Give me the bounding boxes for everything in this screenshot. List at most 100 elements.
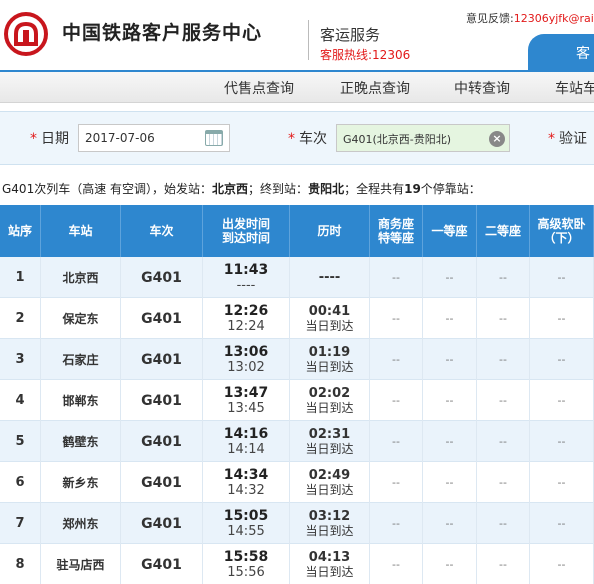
cell-first: -- <box>423 421 477 462</box>
cell-second: -- <box>477 257 530 298</box>
cell-sleeper: -- <box>530 257 594 298</box>
cell-duration: 04:13 当日到达 <box>290 544 370 584</box>
cell-station[interactable]: 鹤壁东 <box>41 421 121 462</box>
cell-business: -- <box>370 503 423 544</box>
cell-seq: 8 <box>0 544 41 584</box>
arrival-day: 当日到达 <box>305 400 354 415</box>
cell-sleeper: -- <box>530 544 594 584</box>
cell-first: -- <box>423 298 477 339</box>
cell-station[interactable]: 石家庄 <box>41 339 121 380</box>
cell-duration: 00:41 当日到达 <box>290 298 370 339</box>
cell-sleeper: -- <box>530 298 594 339</box>
cell-train: G401 <box>121 462 203 503</box>
col-time: 出发时间 到达时间 <box>203 205 290 257</box>
cell-business: -- <box>370 339 423 380</box>
cell-first: -- <box>423 380 477 421</box>
duration: 02:02 <box>308 385 351 401</box>
cell-first: -- <box>423 257 477 298</box>
cell-train: G401 <box>121 421 203 462</box>
cell-times: 15:05 14:55 <box>203 503 290 544</box>
cell-station[interactable]: 保定东 <box>41 298 121 339</box>
cell-first: -- <box>423 339 477 380</box>
feedback-label: 意见反馈: <box>466 12 514 25</box>
table-body: 1 北京西 G401 11:43 ---- ---- -- -- -- -- 2 保定东 G401 12:… <box>0 257 594 584</box>
cell-train: G401 <box>121 339 203 380</box>
cell-duration: 02:02 当日到达 <box>290 380 370 421</box>
cell-second: -- <box>477 339 530 380</box>
col-first: 一等座 <box>423 205 477 257</box>
railway-logo-icon[interactable] <box>4 12 48 56</box>
feedback-email-link[interactable]: 12306yjfk@rails <box>514 12 594 25</box>
train-input[interactable]: G401(北京西-贵阳北) × <box>336 124 510 152</box>
cell-times: 14:16 14:14 <box>203 421 290 462</box>
cell-station[interactable]: 新乡东 <box>41 462 121 503</box>
cell-business: -- <box>370 421 423 462</box>
departure-time: 14:34 <box>223 466 269 483</box>
arrival-time: 13:45 <box>227 400 265 416</box>
cell-business: -- <box>370 380 423 421</box>
arrival-time: 14:14 <box>227 441 265 457</box>
table-row: 6 新乡东 G401 14:34 14:32 02:49 当日到达 -- -- -- -- <box>0 462 594 503</box>
table-row: 8 驻马店西 G401 15:58 15:56 04:13 当日到达 -- -- -- -- <box>0 544 594 584</box>
arrival-day: 当日到达 <box>305 359 354 374</box>
menu-agency-query[interactable]: 代售点查询 <box>224 78 294 98</box>
cell-sleeper: -- <box>530 380 594 421</box>
site-header: 中国铁路客户服务中心 客运服务 客服热线:12306 意见反馈:12306yjf… <box>0 0 594 70</box>
departure-time: 11:43 <box>223 261 269 278</box>
train-label: * 车次 <box>288 131 327 147</box>
cell-duration: ---- <box>290 257 370 298</box>
arrival-day: 当日到达 <box>305 482 354 497</box>
duration: 01:19 <box>308 344 351 360</box>
cell-station[interactable]: 邯郸东 <box>41 380 121 421</box>
arrival-day: 当日到达 <box>305 523 354 538</box>
col-seq: 站序 <box>0 205 41 257</box>
table-row: 4 邯郸东 G401 13:47 13:45 02:02 当日到达 -- -- -- -- <box>0 380 594 421</box>
cell-seq: 7 <box>0 503 41 544</box>
cell-times: 15:58 15:56 <box>203 544 290 584</box>
col-station: 车站 <box>41 205 121 257</box>
col-second: 二等座 <box>477 205 530 257</box>
cell-times: 13:47 13:45 <box>203 380 290 421</box>
departure-time: 14:16 <box>223 425 269 442</box>
site-title[interactable]: 中国铁路客户服务中心 <box>62 18 262 45</box>
stop-count: 19 <box>404 182 421 196</box>
cell-seq: 2 <box>0 298 41 339</box>
cell-sleeper: -- <box>530 503 594 544</box>
header-tab[interactable]: 客 <box>528 34 594 70</box>
table-row: 3 石家庄 G401 13:06 13:02 01:19 当日到达 -- -- -- -- <box>0 339 594 380</box>
cell-second: -- <box>477 298 530 339</box>
departure-time: 13:06 <box>223 343 269 360</box>
cell-duration: 03:12 当日到达 <box>290 503 370 544</box>
cell-sleeper: -- <box>530 421 594 462</box>
arrival-time: 14:32 <box>227 482 265 498</box>
table-row: 1 北京西 G401 11:43 ---- ---- -- -- -- -- <box>0 257 594 298</box>
duration: 02:31 <box>308 426 351 442</box>
departure-time: 15:05 <box>223 507 269 524</box>
cell-seq: 6 <box>0 462 41 503</box>
cell-business: -- <box>370 544 423 584</box>
cell-station[interactable]: 郑州东 <box>41 503 121 544</box>
cell-train: G401 <box>121 544 203 584</box>
nav-menu: 代售点查询 正晚点查询 中转查询 车站车 <box>0 70 594 103</box>
duration: ---- <box>318 270 341 285</box>
cell-station[interactable]: 北京西 <box>41 257 121 298</box>
cell-duration: 01:19 当日到达 <box>290 339 370 380</box>
arrival-time: 14:55 <box>227 523 265 539</box>
cell-seq: 4 <box>0 380 41 421</box>
clear-icon[interactable]: × <box>489 131 505 147</box>
menu-transfer-query[interactable]: 中转查询 <box>454 78 510 98</box>
cell-station[interactable]: 驻马店西 <box>41 544 121 584</box>
menu-delay-query[interactable]: 正晚点查询 <box>340 78 410 98</box>
arrival-day: 当日到达 <box>305 318 354 333</box>
table-row: 2 保定东 G401 12:26 12:24 00:41 当日到达 -- -- -- -- <box>0 298 594 339</box>
cell-second: -- <box>477 544 530 584</box>
verify-label: * 验证 <box>548 131 587 147</box>
cell-business: -- <box>370 462 423 503</box>
service-title: 客运服务 <box>320 26 381 44</box>
cell-sleeper: -- <box>530 462 594 503</box>
cell-business: -- <box>370 298 423 339</box>
cell-business: -- <box>370 257 423 298</box>
calendar-icon[interactable] <box>205 130 223 146</box>
menu-station-query[interactable]: 车站车 <box>555 78 594 98</box>
date-input[interactable]: 2017-07-06 <box>78 124 230 152</box>
